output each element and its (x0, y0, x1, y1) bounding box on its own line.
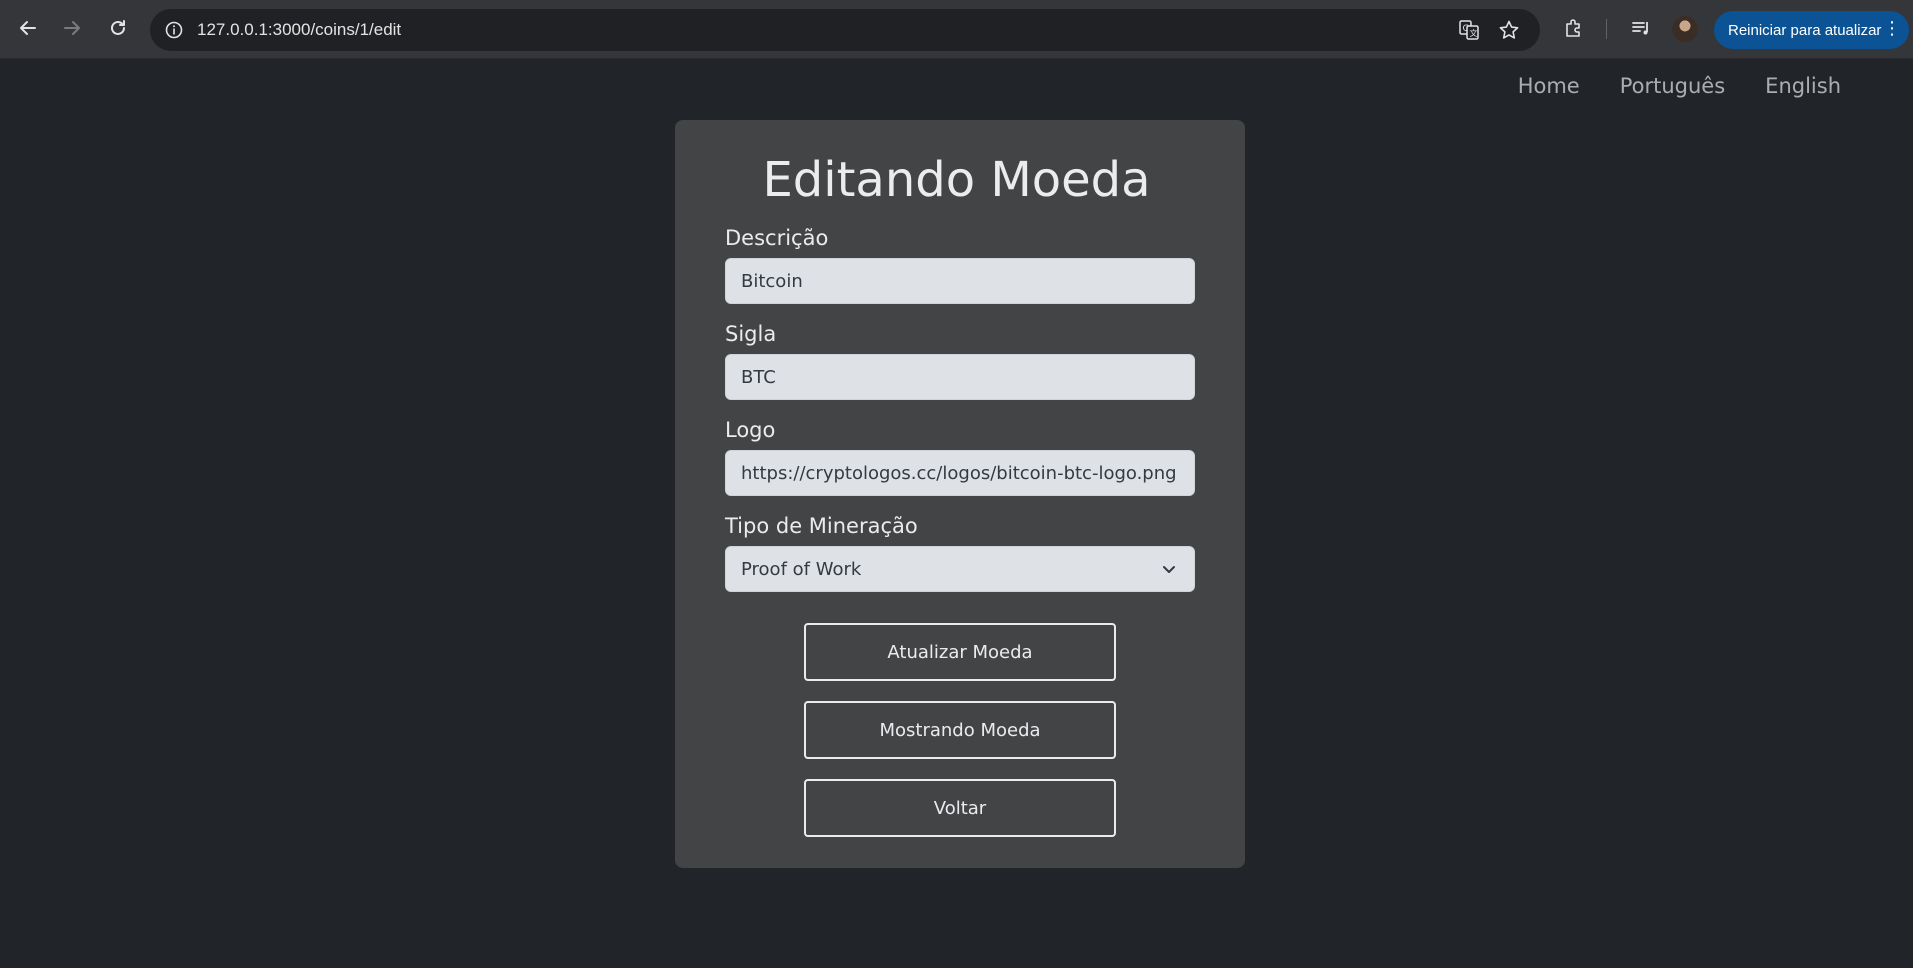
translate-icon[interactable]: G文 (1456, 17, 1482, 43)
back-icon[interactable] (13, 13, 43, 43)
nav-link-english[interactable]: English (1765, 74, 1841, 98)
restart-to-update-label: Reiniciar para atualizar (1728, 21, 1882, 39)
more-menu-icon[interactable]: ⋮ (1883, 20, 1901, 38)
mining-type-select[interactable]: Proof of Work (725, 546, 1195, 592)
site-nav: Home Português English (1518, 74, 1841, 98)
back-button[interactable]: Voltar (804, 779, 1116, 837)
nav-link-home[interactable]: Home (1518, 74, 1580, 98)
logo-label: Logo (725, 418, 776, 442)
browser-toolbar: 127.0.0.1:3000/coins/1/edit G文 Reiniciar… (0, 0, 1913, 59)
site-info-icon[interactable] (160, 16, 188, 44)
restart-to-update-button[interactable]: Reiniciar para atualizar ⋮ (1714, 11, 1909, 49)
mining-type-selected-value: Proof of Work (741, 558, 862, 580)
bookmark-star-icon[interactable] (1496, 17, 1522, 43)
symbol-label: Sigla (725, 322, 777, 346)
forward-icon[interactable] (57, 13, 87, 43)
page-title: Editando Moeda (762, 152, 1151, 208)
profile-avatar[interactable] (1672, 16, 1698, 42)
description-input[interactable]: Bitcoin (725, 258, 1195, 304)
show-coin-button[interactable]: Mostrando Moeda (804, 701, 1116, 759)
extensions-icon[interactable] (1560, 14, 1588, 42)
description-label: Descrição (725, 226, 829, 250)
logo-url-input[interactable]: https://cryptologos.cc/logos/bitcoin-btc… (725, 450, 1195, 496)
toolbar-separator (1606, 19, 1607, 39)
mining-type-label: Tipo de Mineração (725, 514, 918, 538)
reload-icon[interactable] (103, 13, 133, 43)
media-controls-icon[interactable] (1627, 14, 1655, 42)
nav-link-portuguese[interactable]: Português (1620, 74, 1725, 98)
chevron-down-icon (1160, 560, 1178, 583)
svg-text:文: 文 (1470, 28, 1478, 38)
url-text[interactable]: 127.0.0.1:3000/coins/1/edit (197, 20, 401, 40)
symbol-input[interactable]: BTC (725, 354, 1195, 400)
address-bar[interactable]: 127.0.0.1:3000/coins/1/edit G文 (150, 9, 1540, 51)
update-coin-button[interactable]: Atualizar Moeda (804, 623, 1116, 681)
